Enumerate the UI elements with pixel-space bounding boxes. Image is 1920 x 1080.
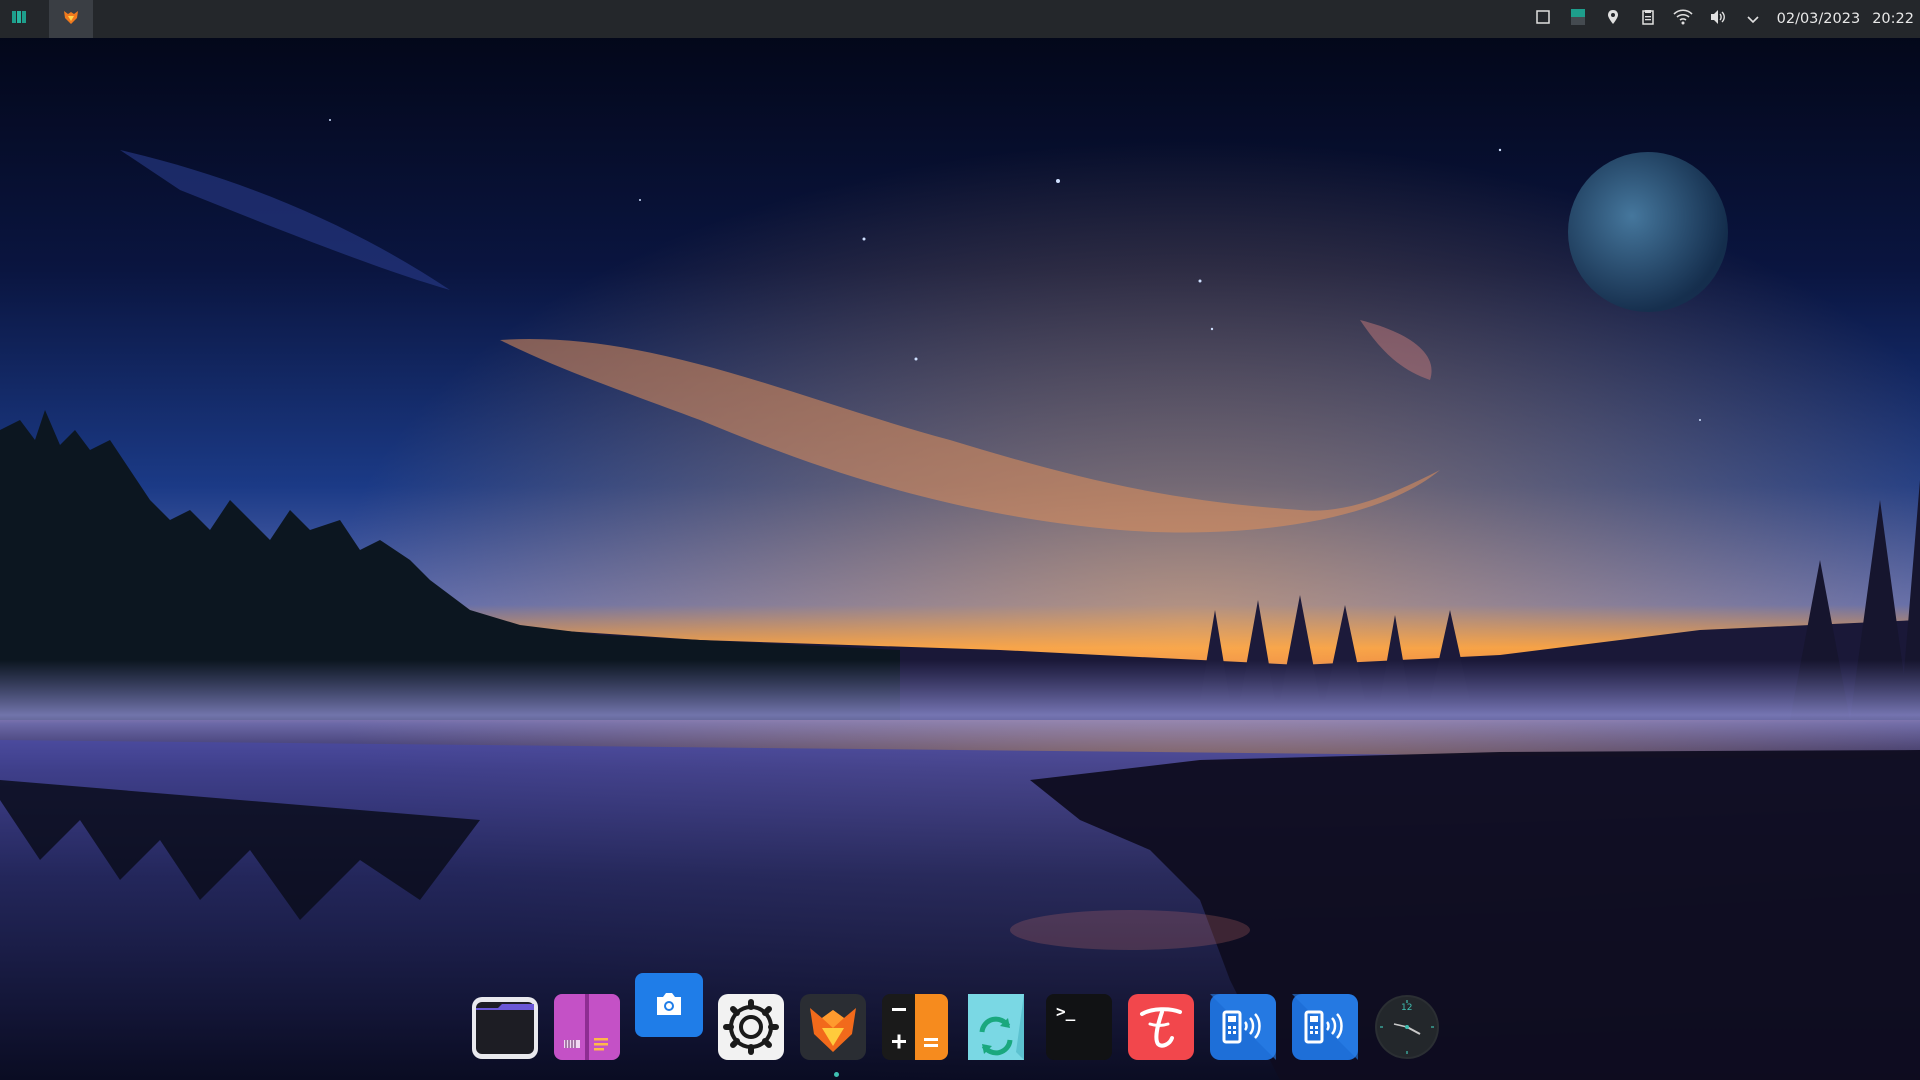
sync-icon bbox=[964, 992, 1030, 1062]
firefox-icon bbox=[800, 994, 866, 1060]
show-desktop-icon bbox=[1535, 9, 1551, 29]
dock-item-calculator[interactable] bbox=[880, 992, 950, 1062]
dock-item-font-viewer[interactable] bbox=[1126, 992, 1196, 1062]
dock-item-archive-manager[interactable] bbox=[552, 992, 622, 1062]
clock-label: 12 bbox=[1401, 1003, 1413, 1013]
gear-icon bbox=[718, 994, 784, 1060]
app-menu-button[interactable] bbox=[0, 0, 38, 38]
system-tray: 02/03/2023 20:22 bbox=[1522, 0, 1920, 38]
chevron-down-icon bbox=[1746, 10, 1760, 29]
panel-left bbox=[0, 0, 93, 38]
dock-item-file-manager[interactable] bbox=[470, 992, 540, 1062]
location-button[interactable] bbox=[1599, 0, 1627, 38]
calculator-icon bbox=[882, 994, 948, 1060]
volume-icon bbox=[1709, 9, 1727, 29]
phone-signal-icon bbox=[1292, 994, 1358, 1060]
dock-item-screenshot[interactable] bbox=[634, 970, 704, 1040]
dock-item-terminal[interactable]: >_ bbox=[1044, 992, 1114, 1062]
running-indicator bbox=[834, 1072, 839, 1077]
tray-expand-button[interactable] bbox=[1739, 0, 1767, 38]
taskbar-firefox[interactable] bbox=[49, 0, 93, 38]
volume-button[interactable] bbox=[1704, 0, 1732, 38]
workspace-icon bbox=[1570, 8, 1586, 30]
terminal-prompt: >_ bbox=[1056, 1002, 1076, 1021]
desktop-wallpaper bbox=[0, 0, 1920, 1080]
archive-icon bbox=[554, 994, 620, 1060]
clipboard-button[interactable] bbox=[1634, 0, 1662, 38]
show-desktop-button[interactable] bbox=[1529, 0, 1557, 38]
dock-item-device-connect-1[interactable] bbox=[1208, 992, 1278, 1062]
wifi-button[interactable] bbox=[1669, 0, 1697, 38]
dock-item-device-connect-2[interactable] bbox=[1290, 992, 1360, 1062]
panel-time[interactable]: 20:22 bbox=[1872, 11, 1914, 27]
folder-icon bbox=[470, 994, 540, 1060]
dock-item-clock[interactable]: 12 bbox=[1372, 992, 1442, 1062]
wifi-icon bbox=[1673, 9, 1693, 29]
camera-icon bbox=[635, 973, 703, 1037]
dock-item-backup-sync[interactable] bbox=[962, 992, 1032, 1062]
workspace-switcher[interactable] bbox=[1564, 0, 1592, 38]
clipboard-icon bbox=[1641, 9, 1655, 29]
panel-date[interactable]: 02/03/2023 bbox=[1777, 11, 1861, 27]
app-menu-icon bbox=[11, 9, 27, 29]
clock-icon: 12 bbox=[1374, 994, 1440, 1060]
top-panel: 02/03/2023 20:22 bbox=[0, 0, 1920, 38]
terminal-icon: >_ bbox=[1046, 994, 1112, 1060]
phone-signal-icon bbox=[1210, 994, 1276, 1060]
dock-item-firefox[interactable] bbox=[798, 992, 868, 1062]
firefox-icon bbox=[62, 8, 80, 30]
font-icon bbox=[1128, 994, 1194, 1060]
dock: >_ 12 bbox=[470, 973, 1450, 1072]
dock-item-settings[interactable] bbox=[716, 992, 786, 1062]
location-icon bbox=[1606, 9, 1620, 29]
